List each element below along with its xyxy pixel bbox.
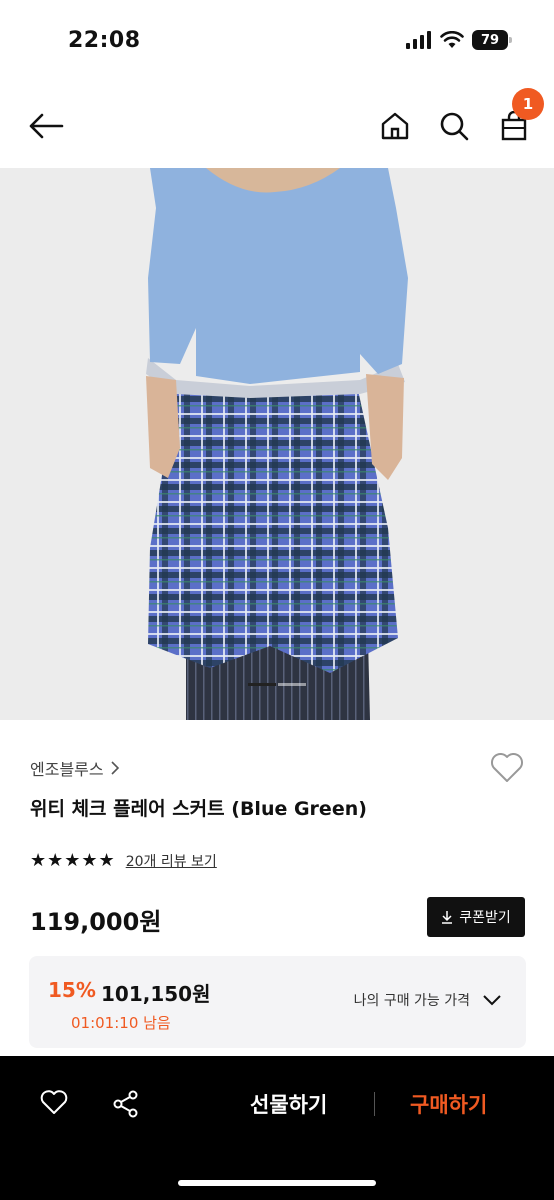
product-image[interactable] bbox=[0, 168, 554, 720]
battery-level: 79 bbox=[480, 32, 500, 48]
discount-box[interactable]: 15% 101,150원 01:01:10 남음 나의 구매 가능 가격 bbox=[29, 956, 526, 1048]
brand-link[interactable]: 엔조블루스 bbox=[30, 756, 120, 780]
heart-icon bbox=[491, 753, 523, 782]
battery-icon: 79 bbox=[472, 30, 512, 50]
coupon-label: 쿠폰받기 bbox=[459, 910, 511, 926]
home-icon bbox=[381, 112, 409, 140]
bottom-action-bar: 선물하기 구매하기 bbox=[0, 1056, 554, 1200]
wishlist-button[interactable] bbox=[490, 752, 524, 788]
gift-button[interactable]: 선물하기 bbox=[250, 1089, 327, 1119]
star-rating: ★★★★★ bbox=[30, 850, 116, 871]
product-price: 119,000원 bbox=[30, 908, 162, 936]
cart-badge: 1 bbox=[512, 88, 544, 120]
carousel-dot-active[interactable] bbox=[248, 683, 276, 686]
search-icon bbox=[440, 112, 469, 141]
wishlist-bottom-button[interactable] bbox=[40, 1090, 68, 1120]
download-icon bbox=[442, 911, 453, 924]
carousel-dot[interactable] bbox=[278, 683, 306, 686]
share-button[interactable] bbox=[112, 1090, 140, 1122]
product-title: 위티 체크 플레어 스커트 (Blue Green) bbox=[30, 798, 367, 820]
discount-timer: 01:01:10 남음 bbox=[71, 1014, 171, 1032]
wifi-icon bbox=[440, 31, 464, 48]
status-bar: 22:08 79 bbox=[0, 0, 554, 82]
back-button[interactable] bbox=[26, 106, 66, 146]
heart-icon bbox=[40, 1090, 68, 1114]
battery-cap bbox=[509, 37, 512, 43]
chevron-down-icon bbox=[483, 995, 501, 1006]
home-button[interactable] bbox=[376, 106, 414, 146]
share-icon bbox=[113, 1090, 138, 1118]
divider bbox=[374, 1092, 375, 1116]
purchasable-price-label: 나의 구매 가능 가격 bbox=[353, 993, 470, 1009]
chevron-right-icon bbox=[111, 761, 119, 775]
coupon-button[interactable]: 쿠폰받기 bbox=[427, 897, 525, 937]
search-button[interactable] bbox=[434, 106, 474, 146]
product-photo bbox=[146, 168, 408, 720]
carousel-indicator bbox=[248, 683, 306, 686]
buy-button[interactable]: 구매하기 bbox=[410, 1089, 487, 1119]
signal-icon bbox=[406, 31, 431, 49]
discount-percent: 15% bbox=[48, 978, 96, 1002]
arrow-left-icon bbox=[29, 113, 64, 139]
rating-row: ★★★★★ 20개 리뷰 보기 bbox=[30, 850, 217, 871]
purchasable-price-toggle[interactable]: 나의 구매 가능 가격 bbox=[354, 990, 502, 1010]
cart-button[interactable]: 1 bbox=[496, 88, 544, 146]
review-link[interactable]: 20개 리뷰 보기 bbox=[126, 851, 217, 871]
home-indicator bbox=[178, 1180, 376, 1186]
nav-bar: 1 bbox=[0, 88, 554, 164]
status-icons: 79 bbox=[406, 30, 512, 50]
discount-price: 101,150원 bbox=[101, 982, 211, 1006]
brand-name: 엔조블루스 bbox=[30, 760, 104, 779]
status-time: 22:08 bbox=[68, 28, 141, 53]
